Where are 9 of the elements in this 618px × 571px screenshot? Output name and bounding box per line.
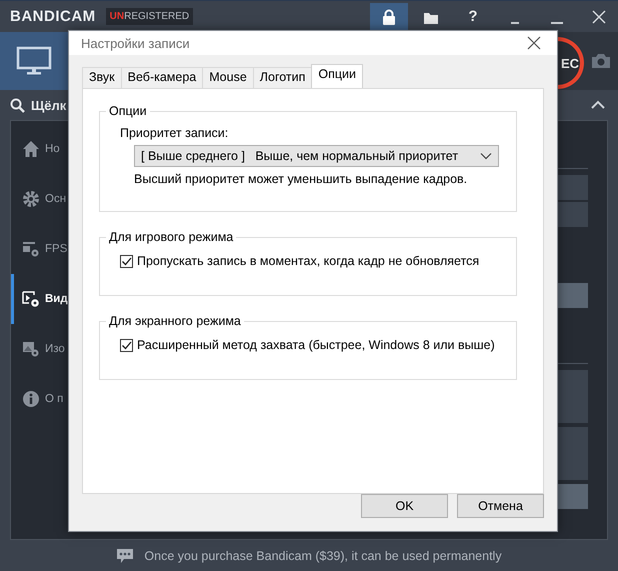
group-title: Для экранного режима — [106, 314, 244, 328]
group-title: Опции — [106, 104, 150, 118]
registration-badge: UNREGISTERED — [106, 8, 194, 25]
hint-text: Высший приоритет может уменьшить выпадение кадров. — [134, 172, 468, 186]
app-logo: BANDICAM — [10, 8, 96, 25]
dialog-title: Настройки записи — [81, 36, 190, 50]
group-title: Для игрового режима — [106, 230, 236, 244]
field-label: Приоритет записи: — [120, 126, 230, 140]
purchase-notice: Once you purchase Bandicam ($39), it can be used permanently — [144, 548, 502, 562]
